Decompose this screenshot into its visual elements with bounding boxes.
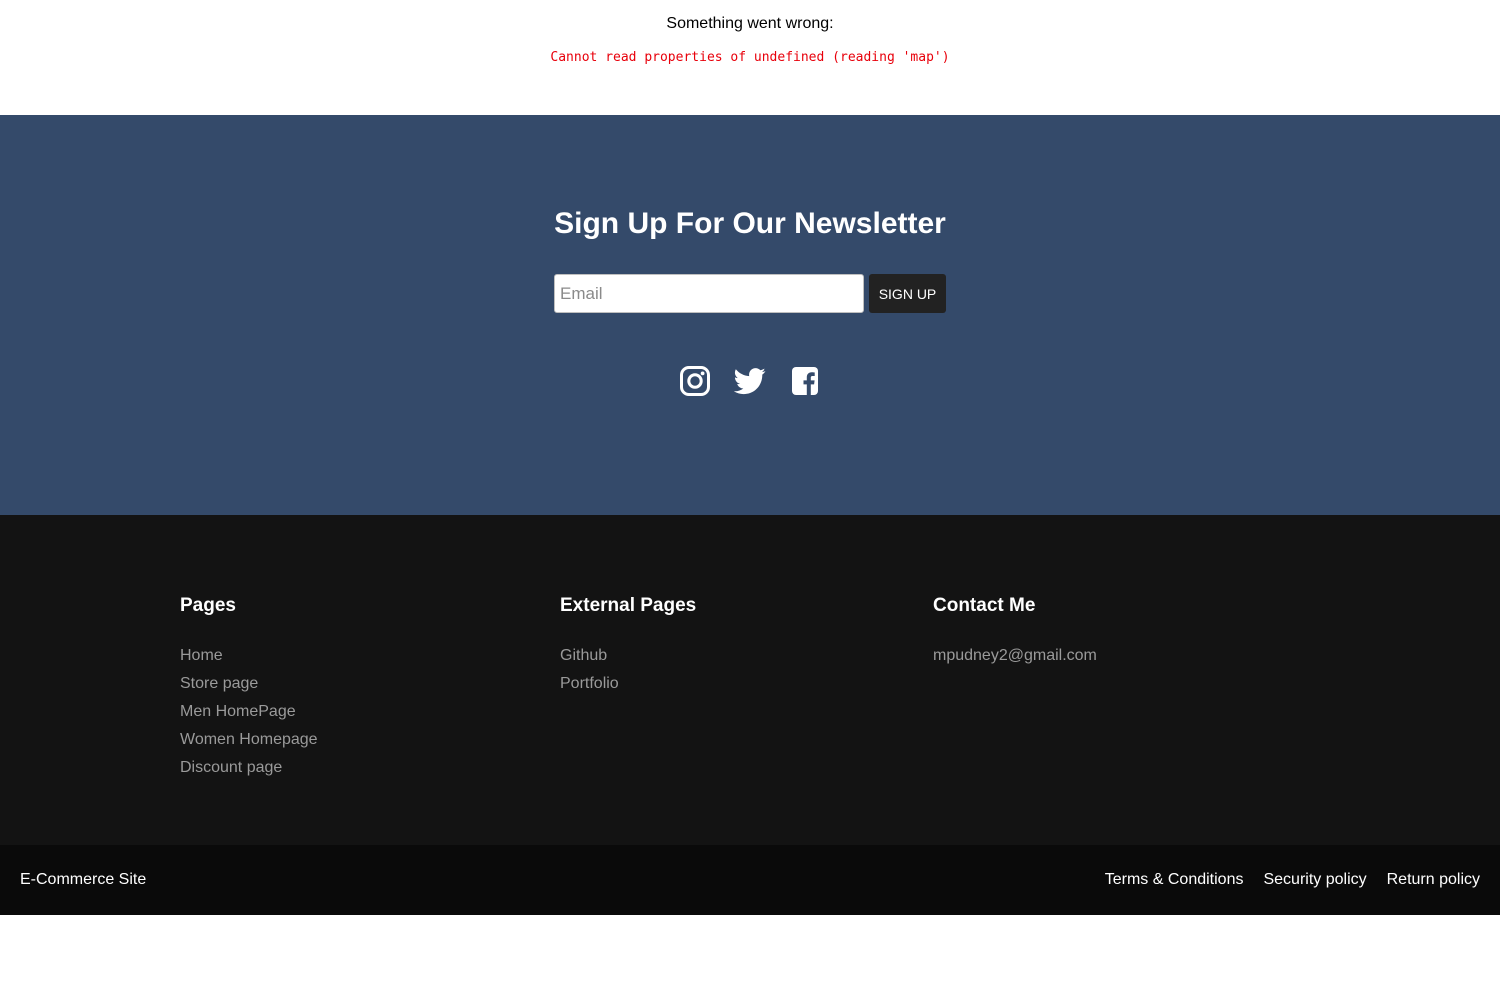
instagram-icon[interactable] [679,365,711,397]
error-section: Something went wrong: Cannot read proper… [0,0,1500,115]
return-policy-link[interactable]: Return policy [1387,870,1480,890]
footer-link-women-homepage[interactable]: Women Homepage [180,726,318,754]
error-title: Something went wrong: [666,15,834,32]
newsletter-section: Sign Up For Our Newsletter SIGN UP [0,115,1500,515]
footer-section: Pages Home Store page Men HomePage Women… [0,515,1500,845]
footer-link-discount[interactable]: Discount page [180,754,318,782]
footer-contact-column: Contact Me mpudney2@gmail.com [933,595,1097,670]
email-input[interactable] [554,274,864,313]
footer-external-heading: External Pages [560,595,697,616]
footer-link-men-homepage[interactable]: Men HomePage [180,698,318,726]
bottom-bar: E-Commerce Site Terms & Conditions Secur… [0,845,1500,915]
footer-link-store[interactable]: Store page [180,670,318,698]
terms-link[interactable]: Terms & Conditions [1105,870,1244,890]
footer-external-column: External Pages Github Portfolio [560,595,696,698]
footer-link-github[interactable]: Github [560,642,696,670]
facebook-icon[interactable] [789,365,821,397]
error-message: Cannot read properties of undefined (rea… [550,50,950,65]
footer-pages-heading: Pages [180,595,236,616]
brand-name: E-Commerce Site [20,871,147,888]
footer-contact-email[interactable]: mpudney2@gmail.com [933,642,1097,670]
footer-contact-heading: Contact Me [933,595,1036,616]
signup-button[interactable]: SIGN UP [869,274,946,313]
footer-link-home[interactable]: Home [180,642,318,670]
security-policy-link[interactable]: Security policy [1263,870,1366,890]
footer-pages-column: Pages Home Store page Men HomePage Women… [180,595,318,782]
twitter-icon[interactable] [734,365,766,397]
newsletter-title: Sign Up For Our Newsletter [554,207,946,240]
footer-link-portfolio[interactable]: Portfolio [560,670,696,698]
policy-links: Terms & Conditions Security policy Retur… [1105,870,1480,890]
